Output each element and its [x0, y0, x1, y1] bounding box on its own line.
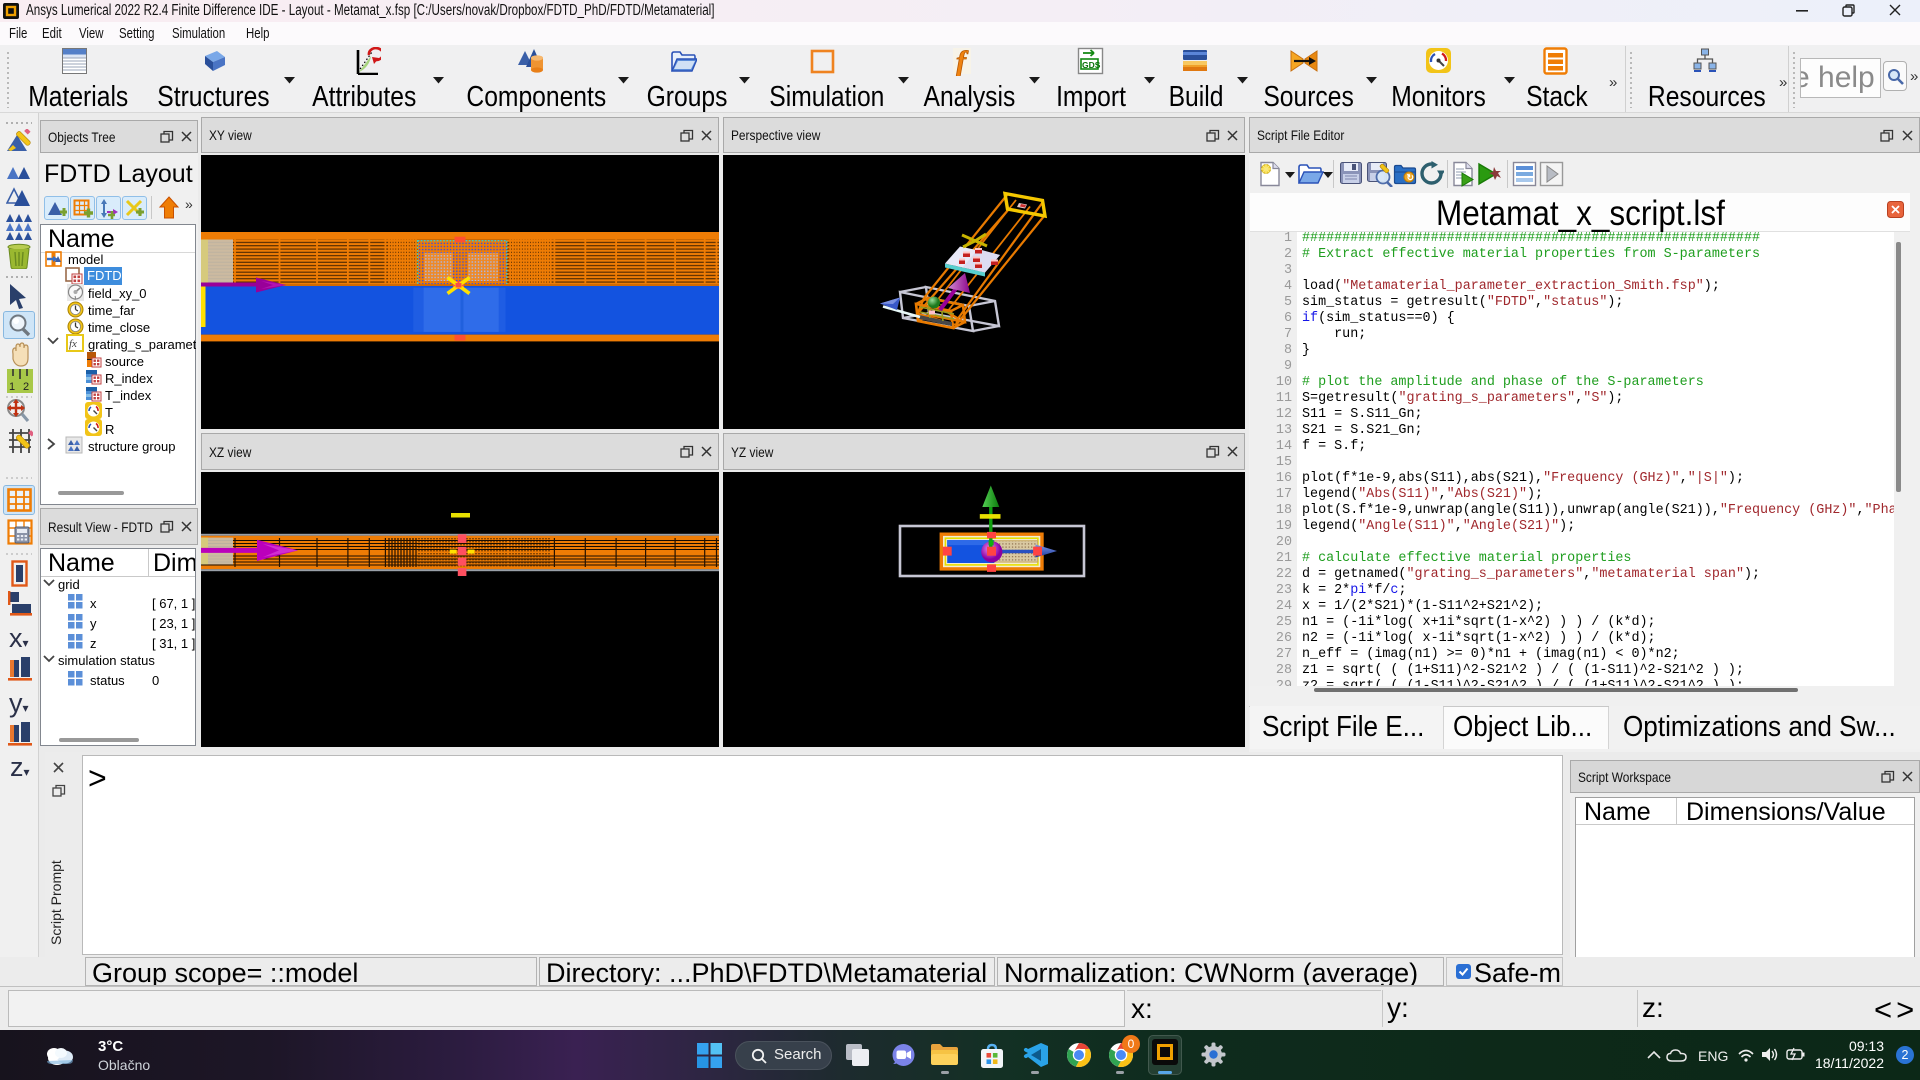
svg-text:↻: ↻ [1407, 173, 1415, 183]
svg-text:2: 2 [23, 381, 29, 393]
svg-text:fx: fx [69, 338, 77, 350]
svg-text:GDS: GDS [1082, 60, 1101, 70]
svg-text:1: 1 [9, 381, 15, 393]
